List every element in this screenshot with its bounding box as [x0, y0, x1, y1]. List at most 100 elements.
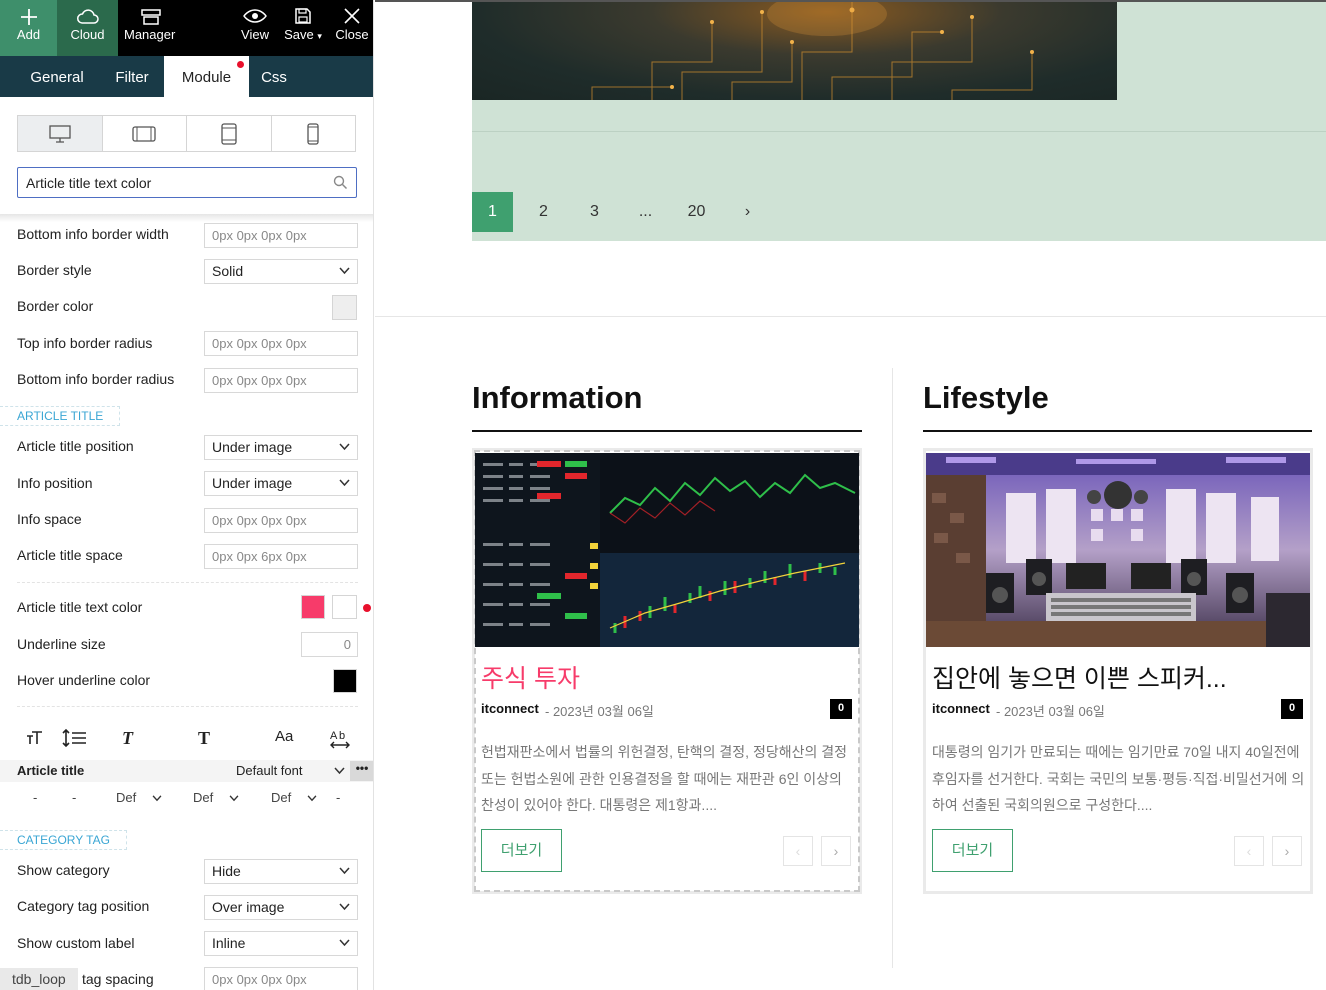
info-position-select[interactable]: Under image: [204, 471, 358, 496]
page-20-button[interactable]: 20: [671, 192, 722, 232]
tab-filter[interactable]: Filter: [104, 56, 160, 97]
article-card-information: 주식 투자 itconnect - 2023년 03월 06일 0 헌법재판소에…: [472, 448, 862, 894]
font-size-icon[interactable]: [26, 728, 44, 750]
stock-chart-image[interactable]: [475, 453, 859, 647]
text-transform-icon[interactable]: Aa: [275, 728, 293, 745]
text-transform-select[interactable]: Def: [271, 790, 317, 805]
font-weight-icon[interactable]: T: [198, 728, 210, 749]
device-desktop-button[interactable]: [18, 116, 103, 151]
close-button[interactable]: Close: [332, 0, 372, 56]
separator: [17, 582, 358, 583]
article-title[interactable]: 주식 투자: [481, 659, 580, 695]
device-phone-button[interactable]: [272, 116, 356, 151]
save-button[interactable]: Save ▾: [280, 0, 326, 56]
article-card-lifestyle: 집안에 놓으면 이쁜 스피커... itconnect - 2023년 03월 …: [923, 448, 1313, 894]
floppy-icon: [280, 0, 326, 28]
show-custom-label-select[interactable]: Inline: [204, 931, 358, 956]
font-weight-select[interactable]: Def: [193, 790, 239, 805]
tab-module[interactable]: Module: [164, 56, 249, 97]
device-tablet-landscape-button[interactable]: [103, 116, 187, 151]
article-title-position-value: Under image: [212, 439, 293, 455]
circuit-pattern: [591, 2, 1034, 100]
font-style-icon[interactable]: T: [122, 728, 133, 749]
search-icon[interactable]: [333, 175, 348, 190]
article-author[interactable]: itconnect: [481, 701, 539, 716]
prev-article-button[interactable]: ‹: [1234, 836, 1264, 866]
desktop-icon: [49, 124, 71, 143]
underline-size-label: Underline size: [17, 636, 106, 652]
search-input[interactable]: [18, 168, 356, 197]
changed-dot: [237, 61, 244, 68]
tab-css[interactable]: Css: [253, 56, 295, 97]
article-title-color-swatch[interactable]: [301, 595, 325, 619]
more-options-button[interactable]: •••: [350, 761, 373, 781]
border-style-label: Border style: [17, 262, 92, 278]
separator: [17, 706, 358, 707]
chevron-down-icon: [339, 267, 350, 275]
page-1-button[interactable]: 1: [472, 192, 513, 232]
next-article-button[interactable]: ›: [1272, 836, 1302, 866]
font-style-select[interactable]: Def: [116, 790, 162, 805]
underline-size-input[interactable]: 0: [301, 632, 358, 657]
border-color-label: Border color: [17, 298, 94, 314]
column-divider: [892, 368, 893, 968]
article-date: - 2023년 03월 06일: [996, 704, 1105, 719]
bottom-info-border-width-label: Bottom info border width: [17, 226, 169, 242]
next-page-button[interactable]: ›: [722, 192, 773, 232]
article-title-space-input[interactable]: 0px 0px 6px 0px: [204, 544, 358, 569]
category-tag-position-select[interactable]: Over image: [204, 895, 358, 920]
hover-underline-color-swatch[interactable]: [333, 669, 357, 693]
cloud-button[interactable]: Cloud: [57, 0, 118, 56]
close-icon: [332, 0, 372, 28]
article-title[interactable]: 집안에 놓으면 이쁜 스피커...: [932, 659, 1227, 695]
show-category-select[interactable]: Hide: [204, 859, 358, 884]
next-article-button[interactable]: ›: [821, 836, 851, 866]
category-tag-position-value: Over image: [212, 899, 285, 915]
article-author[interactable]: itconnect: [932, 701, 990, 716]
letter-spacing-value[interactable]: -: [336, 790, 340, 805]
view-label: View: [241, 27, 269, 42]
comment-count-badge[interactable]: 0: [1281, 699, 1303, 719]
top-info-border-radius-input[interactable]: 0px 0px 0px 0px: [204, 331, 358, 356]
view-button[interactable]: View: [234, 0, 276, 56]
info-space-input[interactable]: 0px 0px 0px 0px: [204, 508, 358, 533]
bottom-info-border-radius-input[interactable]: 0px 0px 0px 0px: [204, 368, 358, 393]
block-title-rule: [472, 430, 862, 432]
article-title-position-select[interactable]: Under image: [204, 435, 358, 460]
prev-article-button[interactable]: ‹: [783, 836, 813, 866]
line-height-icon[interactable]: [62, 728, 88, 753]
bottom-info-border-width-input[interactable]: 0px 0px 0px 0px: [204, 223, 358, 248]
studio-image[interactable]: [926, 453, 1310, 647]
border-color-swatch[interactable]: [332, 295, 357, 320]
eye-icon: [234, 0, 276, 28]
read-more-button[interactable]: 더보기: [932, 829, 1013, 872]
element-path-tag[interactable]: tdb_loop: [0, 968, 78, 990]
font-size-value[interactable]: -: [33, 790, 37, 805]
add-button[interactable]: Add: [0, 0, 57, 56]
circuit-board-image[interactable]: [472, 2, 1117, 100]
page-2-button[interactable]: 2: [518, 192, 569, 232]
pagination: 1 2 3 ... 20 ›: [472, 192, 773, 232]
article-title-font-label: Article title: [17, 763, 85, 778]
device-tablet-portrait-button[interactable]: [187, 116, 272, 151]
article-title-hover-color-swatch[interactable]: [332, 595, 357, 619]
chevron-down-icon: [307, 795, 317, 802]
read-more-button[interactable]: 더보기: [481, 829, 562, 872]
tab-general[interactable]: General: [14, 56, 100, 97]
manager-label: Manager: [124, 27, 176, 42]
manager-icon: [124, 0, 183, 28]
line-height-value[interactable]: -: [72, 790, 76, 805]
manager-button[interactable]: Manager: [118, 0, 183, 56]
article-title-text-color-label: Article title text color: [17, 599, 143, 615]
page-3-button[interactable]: 3: [569, 192, 620, 232]
font-settings-icons: T T Aa Ab: [17, 728, 362, 752]
letter-spacing-icon[interactable]: Ab: [329, 728, 351, 755]
article-title-font-select[interactable]: Default font: [236, 763, 303, 778]
tag-spacing-input[interactable]: 0px 0px 0px 0px: [204, 967, 358, 990]
settings-search: [17, 167, 357, 198]
border-style-select[interactable]: Solid: [204, 259, 358, 284]
font-sub-settings: - - Def Def Def -: [0, 790, 373, 810]
article-title-space-label: Article title space: [17, 547, 123, 563]
phone-icon: [307, 122, 319, 145]
comment-count-badge[interactable]: 0: [830, 699, 852, 719]
